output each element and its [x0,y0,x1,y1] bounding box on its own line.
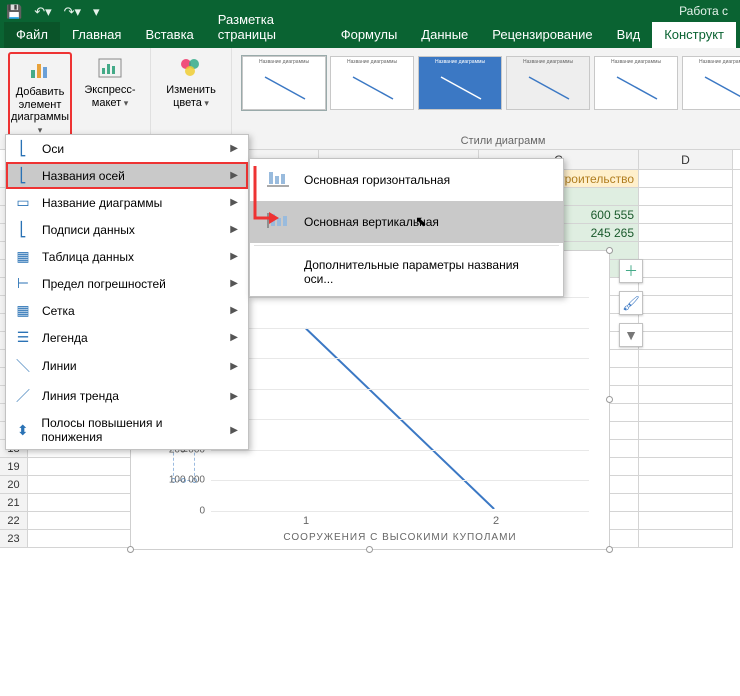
chart-brush-icon[interactable]: 🖌 [619,291,643,315]
tab-home[interactable]: Главная [60,22,133,48]
row-header[interactable]: 21 [0,494,28,512]
menu-legend[interactable]: ☰Легенда▶ [6,324,248,351]
tab-formulas[interactable]: Формулы [329,22,410,48]
menu-error-bars[interactable]: ⊢Предел погрешностей▶ [6,270,248,297]
tab-file[interactable]: Файл [4,22,60,48]
x-tick-label: 1 [303,515,309,527]
menu-data-labels[interactable]: ⎣Подписи данных▶ [6,216,248,243]
save-icon[interactable]: 💾 [6,5,22,18]
column-header-d[interactable]: D [639,150,733,169]
add-chart-element-menu: ⎣Оси▶ ⎣Названия осей▶ ▭Название диаграмм… [5,134,249,450]
row-header[interactable]: 23 [0,530,28,548]
updown-bars-icon: ⬍ [14,422,31,439]
change-colors-button[interactable]: Изменить цвета [159,52,223,111]
chart-filter-icon[interactable]: ▼ [619,323,643,347]
chart-resize-handle[interactable] [606,396,613,403]
error-bars-icon: ⊢ [14,275,32,292]
chart-style-1[interactable]: Название диаграммы [242,56,326,110]
tab-page-layout[interactable]: Разметка страницы [206,7,329,48]
cursor-icon: ⬉ [415,213,427,230]
contextual-tab-title: Работа с [679,4,734,18]
menu-trendline[interactable]: ／Линия тренда▶ [6,381,248,411]
add-chart-element-button[interactable]: Добавить элемент диаграммы [8,52,72,141]
menu-axes[interactable]: ⎣Оси▶ [6,135,248,162]
chart-resize-handle[interactable] [127,546,134,553]
change-colors-icon [178,54,204,82]
menu-axis-titles[interactable]: ⎣Названия осей▶ [6,162,248,189]
quick-access-toolbar: 💾 ↶▾ ↷▾ ▾ Работа с [0,0,740,22]
y-tick-label: 100 000 [157,475,205,486]
undo-icon[interactable]: ↶▾ [34,5,51,18]
chart-title-icon: ▭ [14,194,32,211]
chart-resize-handle[interactable] [606,247,613,254]
chart-style-2[interactable]: Название диаграммы [330,56,414,110]
axes-icon: ⎣ [14,140,32,157]
row-header[interactable]: 22 [0,512,28,530]
redo-icon[interactable]: ↷▾ [64,5,81,18]
gridlines-icon: ▦ [14,302,32,319]
quick-layout-button[interactable]: Экспресс-макет [78,52,142,111]
menu-lines[interactable]: ＼Линии▶ [6,351,248,381]
x-axis-title[interactable]: СООРУЖЕНИЯ С ВЫСОКИМИ КУПОЛАМИ [211,532,589,543]
trendline-icon: ／ [14,386,32,406]
qat-customize-icon[interactable]: ▾ [93,5,100,18]
tab-data[interactable]: Данные [409,22,480,48]
axis-titles-submenu: Основная горизонтальная Основная вертика… [249,158,564,297]
submenu-more-options[interactable]: Дополнительные параметры названия оси... [250,248,563,296]
tab-insert[interactable]: Вставка [133,22,205,48]
data-labels-icon: ⎣ [14,221,32,238]
menu-chart-title[interactable]: ▭Название диаграммы▶ [6,189,248,216]
add-chart-element-icon [27,56,53,84]
annotation-arrow [249,162,289,242]
row-header[interactable]: 19 [0,458,28,476]
x-tick-label: 2 [493,515,499,527]
chart-styles-group-label: Стили диаграмм [461,135,546,147]
chart-style-6[interactable]: Название диаграммы [682,56,740,110]
ribbon-tabs: Файл Главная Вставка Разметка страницы Ф… [0,22,740,48]
tab-view[interactable]: Вид [605,22,653,48]
chart-style-4[interactable]: Название диаграммы [506,56,590,110]
row-header[interactable]: 20 [0,476,28,494]
tab-design[interactable]: Конструкт [652,22,736,48]
tab-review[interactable]: Рецензирование [480,22,604,48]
menu-gridlines[interactable]: ▦Сетка▶ [6,297,248,324]
add-chart-element-label: Добавить элемент диаграммы [11,86,69,123]
chart-resize-handle[interactable] [606,546,613,553]
menu-data-table[interactable]: ▦Таблица данных▶ [6,243,248,270]
submenu-primary-vertical[interactable]: Основная вертикальная ⬉ [250,201,563,243]
quick-layout-icon [97,54,123,82]
chart-styles-gallery[interactable]: Название диаграммы Название диаграммы На… [240,52,740,110]
chart-resize-handle[interactable] [366,546,373,553]
plot-area[interactable]: СООРУЖЕНИЯ С ВЫСОКИМИ КУПОЛАМИ 0100 0002… [211,297,589,509]
chart-plus-icon[interactable]: ＋ [619,259,643,283]
data-table-icon: ▦ [14,248,32,265]
submenu-primary-horizontal[interactable]: Основная горизонтальная [250,159,563,201]
chart-style-3[interactable]: Название диаграммы [418,56,502,110]
chart-style-5[interactable]: Название диаграммы [594,56,678,110]
legend-icon: ☰ [14,329,32,346]
axis-titles-icon: ⎣ [14,167,32,184]
menu-updown-bars[interactable]: ⬍Полосы повышения и понижения▶ [6,411,248,449]
y-tick-label: 0 [157,506,205,517]
lines-icon: ＼ [14,356,32,376]
